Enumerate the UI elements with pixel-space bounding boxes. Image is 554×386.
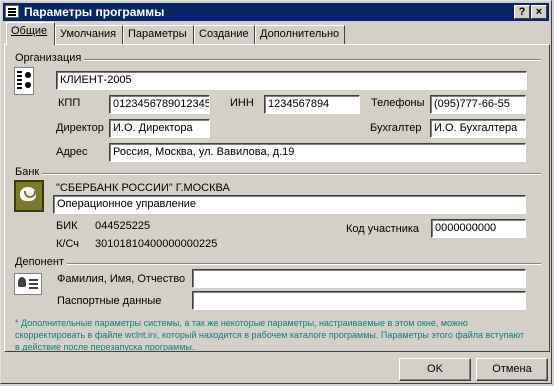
- app-icon: [5, 5, 19, 18]
- inn-field[interactable]: 1234567894: [264, 95, 360, 114]
- close-button[interactable]: ×: [531, 5, 547, 19]
- director-label: Директор: [56, 122, 104, 134]
- bik-value: 044525225: [95, 220, 151, 232]
- tab-defaults[interactable]: Умолчания: [55, 25, 123, 45]
- section-depositor: Депонент: [15, 256, 67, 268]
- settings-dialog: Параметры программы ? × Общие Умолчания …: [0, 0, 552, 384]
- tab-additional[interactable]: Дополнительно: [255, 25, 345, 45]
- accountant-field[interactable]: И.О. Бухгалтера: [430, 119, 526, 138]
- section-divider: [15, 263, 541, 265]
- passport-label: Паспортные данные: [57, 295, 162, 307]
- phones-label: Телефоны: [371, 97, 425, 109]
- inn-label: ИНН: [230, 97, 254, 109]
- tab-label: Параметры: [128, 28, 187, 40]
- kpp-field[interactable]: 012345678901234567: [109, 95, 210, 114]
- organization-name-field[interactable]: КЛИЕНТ-2005: [56, 71, 527, 90]
- fio-label: Фамилия, Имя, Отчество: [57, 273, 186, 285]
- director-field[interactable]: И.О. Директора: [109, 119, 210, 138]
- bank-name: "СБЕРБАНК РОССИИ" Г.МОСКВА: [56, 182, 230, 194]
- tab-parameters[interactable]: Параметры: [123, 25, 194, 45]
- corr-account-value: 30101810400000000225: [95, 238, 218, 250]
- title-bar[interactable]: Параметры программы ? ×: [3, 3, 549, 21]
- bank-logo-icon: [14, 180, 44, 212]
- corr-account-label: К/Сч: [56, 238, 80, 250]
- address-label: Адрес: [56, 146, 88, 158]
- address-field[interactable]: Россия, Москва, ул. Вавилова, д.19: [109, 143, 526, 162]
- cancel-button[interactable]: Отмена: [476, 358, 548, 381]
- window-title: Параметры программы: [24, 5, 165, 19]
- info-note: * Дополнительные параметры системы, а та…: [15, 318, 524, 352]
- tab-creation[interactable]: Создание: [194, 25, 255, 45]
- tab-label: Дополнительно: [260, 28, 340, 40]
- accountant-label: Бухгалтер: [370, 122, 422, 134]
- organization-icon: [14, 67, 34, 95]
- bik-label: БИК: [56, 220, 78, 232]
- tab-general[interactable]: Общие: [6, 22, 55, 45]
- kpp-label: КПП: [58, 97, 81, 109]
- section-organization: Организация: [15, 52, 85, 64]
- fio-field[interactable]: [192, 269, 526, 288]
- section-divider: [15, 59, 541, 61]
- phones-field[interactable]: (095)777-66-55: [430, 95, 526, 114]
- tab-label: Умолчания: [60, 28, 117, 40]
- section-divider: [15, 173, 541, 175]
- section-bank: Банк: [15, 166, 43, 178]
- ok-button[interactable]: OK: [399, 358, 471, 381]
- passport-field[interactable]: [192, 291, 526, 310]
- help-button[interactable]: ?: [514, 5, 530, 19]
- participant-code-field[interactable]: 0000000000: [431, 219, 526, 238]
- passport-card-icon: [14, 273, 42, 295]
- bank-branch-field[interactable]: Операционное управление: [53, 195, 526, 214]
- participant-code-label: Код участника: [346, 223, 420, 235]
- tab-label: Общие: [11, 25, 48, 37]
- tab-label: Создание: [199, 28, 249, 40]
